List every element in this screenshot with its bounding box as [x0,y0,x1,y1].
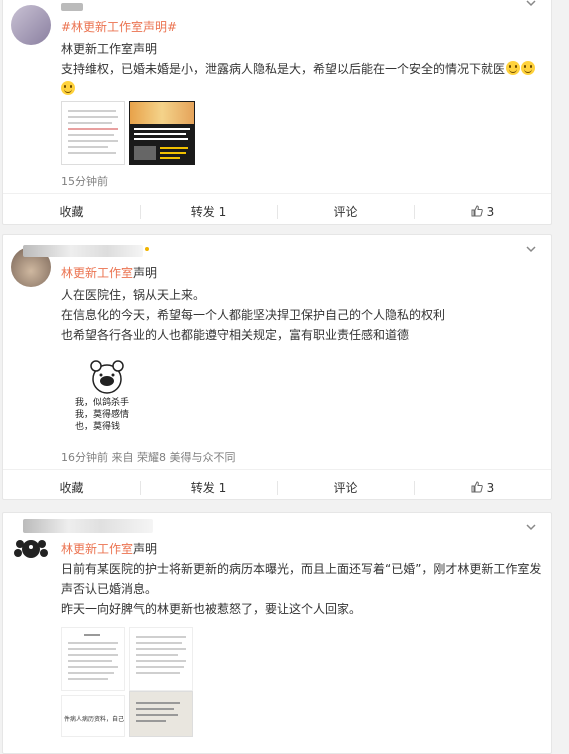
studio-link[interactable]: 林更新工作室 [61,542,133,556]
meme-line: 我，莫得感情 [75,410,130,420]
post-text-line: 林更新工作室声明 [61,42,158,56]
chevron-down-icon[interactable] [525,521,537,533]
studio-link[interactable]: 林更新工作室 [61,266,133,280]
header-suffix: 声明 [133,542,158,556]
meme-caption: 我，似鸽杀手 我，莫得感情 也，莫得钱 [75,397,129,433]
image-thumbnail-photo[interactable] [129,101,195,165]
avatar-bear-icon [14,540,48,558]
post-text-line: 声否认已婚消息。 [61,582,158,596]
chevron-down-icon[interactable] [525,0,537,9]
action-bar: 收藏 转发 1 评论 3 [3,193,551,230]
chevron-down-icon[interactable] [525,243,537,255]
username-blurred[interactable] [23,245,143,257]
favorite-button[interactable]: 收藏 [3,194,140,230]
post-card-2: 林更新工作室声明 人在医院住，锅从天上来。 在信息化的今天，希望每一个人都能坚决… [2,234,552,500]
repost-button[interactable]: 转发 1 [140,470,277,506]
smile-emoji-icon [61,81,75,95]
image-thumbnail-document[interactable] [129,627,193,691]
post-meta[interactable]: 16分钟前 来自 荣耀8 美得与众不同 [61,449,235,465]
smile-emoji-icon [521,61,536,75]
thumbs-up-icon [471,205,483,217]
user-badge-icon [145,247,149,251]
image-thumbnail-document[interactable] [61,627,125,691]
meme-line: 我，似鸽杀手 [75,398,130,408]
favorite-button[interactable]: 收藏 [3,470,140,506]
username-blurred[interactable] [61,3,83,11]
username-blurred[interactable] [23,519,153,533]
post-text-line: 支持维权，已婚未婚是小，泄露病人隐私是大，希望以后能在一个安全的情况下就医 [61,61,537,77]
image-thumbnail-document[interactable]: 件病人病历资料，自己的病情 [61,695,125,737]
post-text-line: 昨天一向好脾气的林更新也被惹怒了，要让这个人回家。 [61,602,362,616]
repost-button[interactable]: 转发 1 [140,194,277,230]
post-text-line: 在信息化的今天，希望每一个人都能坚决捍卫保护自己的个人隐私的权利 [61,308,446,322]
post-card-1: #林更新工作室声明# 林更新工作室声明 支持维权，已婚未婚是小，泄露病人隐私是大… [2,0,552,225]
post-card-3: 林更新工作室声明 日前有某医院的护士将新更新的病历本曝光，而且上面还写着“已婚”… [2,512,552,754]
post-header: 林更新工作室声明 [61,541,157,557]
avatar[interactable] [11,5,51,45]
action-bar: 收藏 转发 1 评论 3 [3,469,551,506]
post-time[interactable]: 15分钟前 [61,173,108,189]
post-text-line [61,81,537,97]
topic-link[interactable]: #林更新工作室声明# [61,19,177,35]
image-thumbnail-document[interactable] [61,101,125,165]
post-text: 支持维权，已婚未婚是小，泄露病人隐私是大，希望以后能在一个安全的情况下就医 [61,62,506,76]
comment-button[interactable]: 评论 [277,194,414,230]
like-count: 3 [486,205,495,219]
meme-bear-icon [90,360,124,394]
meme-image[interactable]: 我，似鸽杀手 我，莫得感情 也，莫得钱 [69,353,153,437]
thumbs-up-icon [471,481,483,493]
post-text-line: 也希望各行各业的人也都能遵守相关规定，富有职业责任感和道德 [61,328,410,342]
post-text-line: 人在医院住，锅从天上来。 [61,288,206,302]
post-text-line: 日前有某医院的护士将新更新的病历本曝光，而且上面还写着“已婚”，刚才林更新工作室… [61,562,542,576]
document-caption: 件病人病历资料，自己的病情 [64,716,125,723]
like-button[interactable]: 3 [414,194,551,230]
meme-line: 也，莫得钱 [75,422,121,432]
post-header: 林更新工作室声明 [61,265,157,281]
smile-emoji-icon [506,61,521,75]
comment-button[interactable]: 评论 [277,470,414,506]
like-count: 3 [486,481,495,495]
like-button[interactable]: 3 [414,470,551,506]
avatar[interactable] [11,527,51,567]
header-suffix: 声明 [133,266,158,280]
image-thumbnail-photo[interactable] [129,691,193,737]
